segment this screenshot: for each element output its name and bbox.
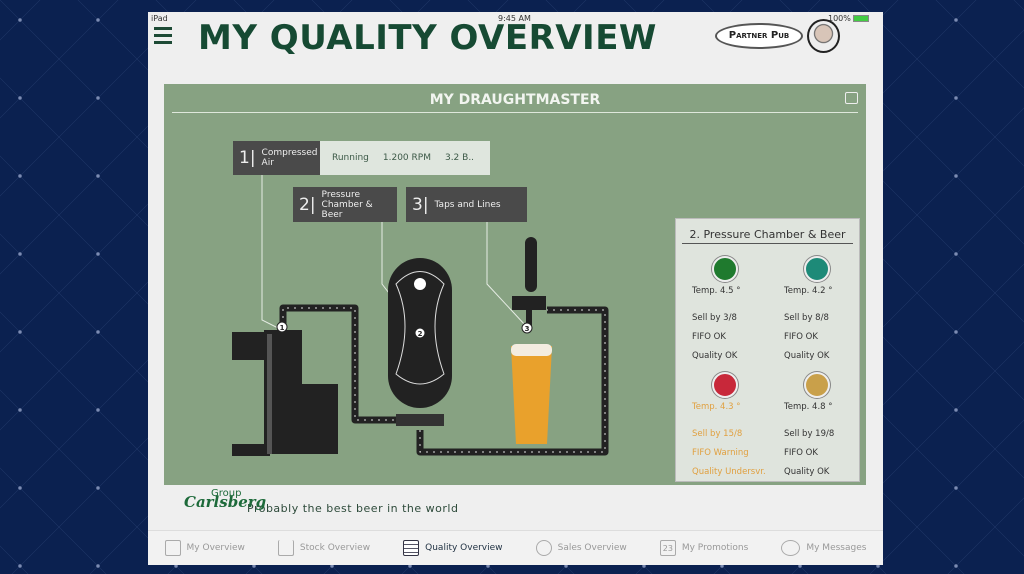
beer-fifo: FIFO OK	[692, 332, 726, 342]
battery-icon	[853, 15, 869, 22]
beer-temp: Temp. 4.2 °	[784, 286, 833, 296]
beer-item[interactable]: Temp. 4.8 ° Sell by 19/8 FIFO OK Quality OK	[784, 372, 874, 486]
marker-1-label: 1	[280, 324, 285, 332]
status-state: Running	[332, 153, 369, 163]
card-title: 2. Pressure Chamber & Beer	[682, 228, 853, 244]
compressor-status: Running 1.200 RPM 3.2 B..	[320, 141, 490, 175]
tab-label: My Promotions	[681, 543, 749, 553]
beer-logo-icon	[712, 372, 738, 398]
beer-temp: Temp. 4.8 °	[784, 402, 833, 412]
beer-quality: Quality OK	[784, 351, 830, 361]
tab-bar: My Overview Stock Overview Quality Overv…	[148, 530, 883, 565]
checklist-icon	[403, 540, 420, 556]
hamburger-menu-icon[interactable]	[154, 27, 172, 48]
tab-label: Stock Overview	[299, 543, 371, 553]
slogan: Probably the best beer in the world	[247, 502, 459, 515]
brand-name: Carlsberg	[184, 493, 267, 511]
beer-sell: Sell by 3/8	[692, 313, 737, 323]
avatar[interactable]	[807, 19, 840, 53]
tab-my-overview[interactable]: My Overview	[164, 540, 245, 556]
chat-bubble-icon	[781, 540, 801, 556]
tab-quality-overview[interactable]: Quality Overview	[403, 540, 503, 556]
beer-item[interactable]: Temp. 4.5 ° Sell by 3/8 FIFO OK Quality OK	[692, 256, 782, 370]
beer-glass-icon	[511, 346, 552, 444]
device-label: iPad	[151, 14, 168, 23]
tab-my-messages[interactable]: My Messages	[781, 540, 866, 556]
marker-3-label: 3	[525, 325, 530, 333]
beer-sell: Sell by 8/8	[784, 313, 829, 323]
sun-icon	[414, 278, 426, 290]
beer-fifo: FIFO Warning	[692, 448, 749, 458]
cart-icon	[277, 540, 294, 556]
leader-line-1	[261, 175, 283, 331]
label-number: 1|	[239, 148, 256, 168]
beer-logo-icon	[804, 372, 830, 398]
beer-temp: Temp. 4.3 °	[692, 402, 741, 412]
beer-quality: Quality Undersvr.	[692, 467, 766, 477]
marker-2-label: 2	[418, 330, 423, 338]
tab-stock-overview[interactable]: Stock Overview	[277, 540, 371, 556]
status-rpm: 1.200 RPM	[382, 153, 431, 163]
label-text: Pressure Chamber & Beer	[321, 189, 373, 220]
beer-temp: Temp. 4.5 °	[692, 286, 741, 296]
beer-sell: Sell by 15/8	[692, 429, 743, 439]
beer-fifo: FIFO OK	[784, 332, 818, 342]
compressor-icon	[232, 330, 338, 456]
calendar-icon: 23	[659, 540, 676, 556]
label-pressure-chamber[interactable]: 2| Pressure Chamber & Beer	[293, 187, 397, 222]
label-taps-lines[interactable]: 3| Taps and Lines	[406, 187, 527, 222]
tab-sales-overview[interactable]: Sales Overview	[535, 540, 627, 556]
beer-fifo: FIFO OK	[784, 448, 818, 458]
beer-quality: Quality OK	[692, 351, 738, 361]
target-icon	[535, 540, 552, 556]
leader-line-3	[486, 222, 527, 327]
tab-label: Quality Overview	[425, 543, 503, 553]
beer-item[interactable]: Temp. 4.3 ° Sell by 15/8 FIFO Warning Quali…	[692, 372, 782, 486]
beer-item[interactable]: Temp. 4.2 ° Sell by 8/8 FIFO OK Quality OK	[784, 256, 874, 370]
tab-my-promotions[interactable]: 23 My Promotions	[659, 540, 749, 556]
draughtmaster-panel: MY DRAUGHTMASTER 1 2 3 1| Compressed Air…	[164, 84, 866, 485]
beer-quality: Quality OK	[784, 467, 830, 477]
label-text: Taps and Lines	[434, 199, 501, 210]
label-number: 2|	[299, 194, 316, 215]
partner-pub-badge[interactable]: Partner Pub	[715, 23, 803, 49]
beer-logo-icon	[712, 256, 738, 282]
tab-label: My Overview	[186, 543, 245, 553]
presentation-icon	[164, 540, 181, 556]
label-compressed-air[interactable]: 1| Compressed Air	[233, 141, 320, 175]
tab-label: My Messages	[806, 543, 867, 553]
label-number: 3|	[412, 194, 429, 215]
tab-label: Sales Overview	[557, 543, 627, 553]
beer-logo-icon	[804, 256, 830, 282]
page-title: MY QUALITY OVERVIEW	[198, 18, 657, 58]
pressure-chamber-card: 2. Pressure Chamber & Beer Temp. 4.5 ° Se…	[675, 218, 860, 482]
beer-sell: Sell by 19/8	[784, 429, 835, 439]
status-pressure: 3.2 B..	[444, 153, 475, 163]
label-text: Compressed Air	[261, 148, 318, 168]
